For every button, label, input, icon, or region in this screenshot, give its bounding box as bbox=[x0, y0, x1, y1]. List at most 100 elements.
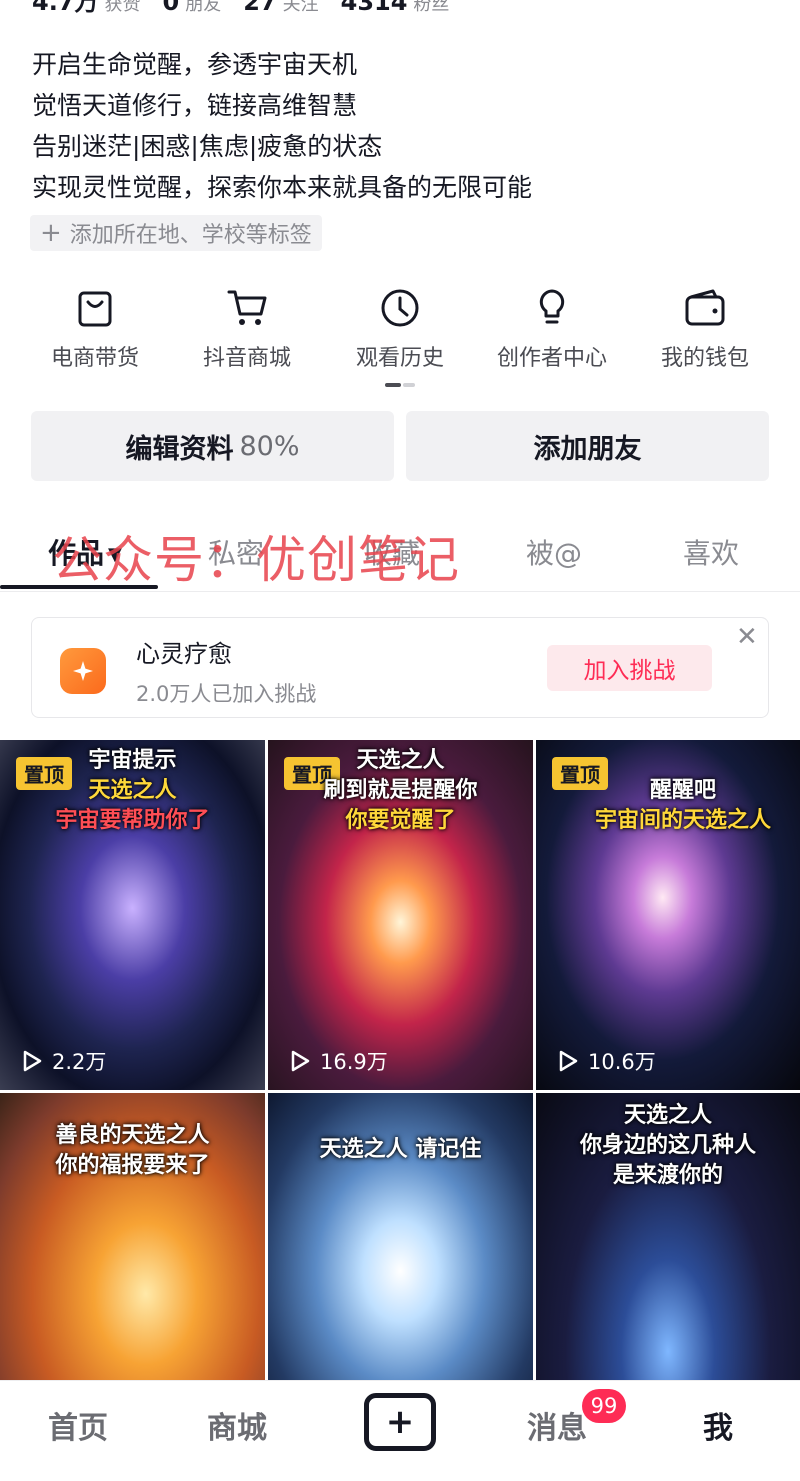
caption-line: 宇宙间的天选之人 bbox=[594, 808, 771, 833]
play-count: 16.9万 bbox=[288, 1046, 388, 1076]
play-count: 10.6万 bbox=[556, 1046, 656, 1076]
profile-tabs: 作品 ▼ 私密 收藏 被@ 喜欢 bbox=[0, 520, 800, 592]
clock-icon bbox=[381, 289, 419, 327]
stat-friends[interactable]: 0 朋友 bbox=[163, 0, 222, 16]
edit-profile-label: 编辑资料 bbox=[125, 433, 234, 465]
bio-line: 开启生命觉醒，参透宇宙天机 bbox=[32, 50, 358, 79]
challenge-subtitle: 2.0万人已加入挑战 bbox=[136, 682, 317, 706]
tab-likes[interactable]: 喜欢 bbox=[683, 532, 739, 572]
video-grid: 置顶 宇宙提示 天选之人 宇宙要帮助你了 2.2万 置顶 天选之人 刷到就是提醒… bbox=[0, 740, 800, 1380]
stat-label: 朋友 bbox=[185, 0, 222, 15]
challenge-title: 心灵疗愈 bbox=[136, 640, 232, 668]
wallet-icon bbox=[685, 289, 725, 326]
nav-me[interactable]: 我 bbox=[703, 1403, 733, 1447]
tab-favorites[interactable]: 收藏 bbox=[364, 532, 420, 572]
profile-completion: 80% bbox=[239, 430, 300, 462]
service-creator-center[interactable]: 创作者中心 bbox=[472, 286, 632, 372]
play-count: 2.2万 bbox=[20, 1046, 106, 1076]
video-caption: 天选之人 请记住 bbox=[268, 1135, 533, 1165]
tab-label: 收藏 bbox=[364, 537, 421, 570]
caption-line: 刷到就是提醒你 bbox=[323, 778, 478, 803]
tab-label: 被@ bbox=[526, 537, 583, 570]
tab-mentions[interactable]: 被@ bbox=[526, 532, 582, 572]
create-button[interactable]: + bbox=[364, 1393, 436, 1451]
video-tile[interactable]: 天选之人 请记住 bbox=[268, 1093, 533, 1380]
profile-bio: 开启生命觉醒，参透宇宙天机 觉悟天道修行，链接高维智慧 告别迷茫|困惑|焦虑|疲… bbox=[32, 44, 532, 208]
notification-badge: 99 bbox=[582, 1389, 626, 1423]
caption-line: 天选之人 请记住 bbox=[319, 1137, 482, 1162]
service-ecommerce[interactable]: 电商带货 bbox=[15, 286, 175, 372]
services-scroll-indicator bbox=[385, 383, 415, 387]
add-friend-label: 添加朋友 bbox=[533, 433, 642, 465]
caret-down-icon: ▼ bbox=[108, 544, 122, 565]
service-history[interactable]: 观看历史 bbox=[320, 286, 480, 372]
active-tab-indicator bbox=[0, 585, 158, 589]
video-tile[interactable]: 置顶 天选之人 刷到就是提醒你 你要觉醒了 16.9万 bbox=[268, 740, 533, 1090]
cart-icon bbox=[227, 290, 267, 325]
video-tile[interactable]: 天选之人 你身边的这几种人 是来渡你的 bbox=[536, 1093, 800, 1380]
video-caption: 宇宙提示 天选之人 宇宙要帮助你了 bbox=[0, 746, 265, 836]
add-tag-button[interactable]: + 添加所在地、学校等标签 bbox=[30, 215, 322, 251]
service-label: 创作者中心 bbox=[496, 346, 607, 371]
video-caption: 醒醒吧 宇宙间的天选之人 bbox=[536, 776, 800, 836]
bio-line: 觉悟天道修行，链接高维智慧 bbox=[32, 91, 358, 120]
stat-label: 获赞 bbox=[104, 0, 141, 15]
stat-value: 4.7万 bbox=[32, 0, 99, 16]
caption-line: 你的福报要来了 bbox=[55, 1153, 210, 1178]
stat-value: 0 bbox=[162, 0, 180, 16]
stat-label: 关注 bbox=[282, 0, 319, 15]
play-count-value: 16.9万 bbox=[320, 1050, 388, 1074]
stat-value: 4314 bbox=[340, 0, 408, 16]
stat-following[interactable]: 27 关注 bbox=[243, 0, 318, 16]
caption-line: 你身边的这几种人 bbox=[579, 1133, 756, 1158]
play-icon bbox=[23, 1050, 42, 1072]
close-icon[interactable]: ✕ bbox=[736, 624, 758, 650]
services-row: 电商带货 抖音商城 观看历史 创作者中心 我的钱包 bbox=[0, 286, 800, 386]
service-label: 我的钱包 bbox=[660, 346, 749, 371]
caption-line: 醒醒吧 bbox=[649, 778, 716, 803]
tab-label: 作品 bbox=[48, 537, 105, 570]
plus-icon: + bbox=[385, 1402, 415, 1442]
service-label: 电商带货 bbox=[50, 346, 139, 371]
tab-label: 喜欢 bbox=[683, 537, 740, 570]
join-challenge-button[interactable]: 加入挑战 bbox=[547, 645, 712, 691]
stat-followers[interactable]: 4314 粉丝 bbox=[341, 0, 450, 16]
bio-line: 实现灵性觉醒，探索你本来就具备的无限可能 bbox=[32, 173, 533, 202]
caption-line: 你要觉醒了 bbox=[345, 808, 456, 833]
service-label: 观看历史 bbox=[355, 346, 444, 371]
service-wallet[interactable]: 我的钱包 bbox=[625, 286, 785, 372]
nav-mall[interactable]: 商城 bbox=[207, 1403, 267, 1447]
shopping-bag-icon bbox=[78, 291, 112, 327]
tab-works[interactable]: 作品 ▼ bbox=[48, 532, 122, 572]
stat-label: 粉丝 bbox=[413, 0, 450, 15]
tab-label: 私密 bbox=[208, 537, 265, 570]
stat-likes[interactable]: 4.7万 获赞 bbox=[32, 0, 141, 17]
service-mall[interactable]: 抖音商城 bbox=[167, 286, 327, 372]
caption-line: 宇宙要帮助你了 bbox=[55, 808, 210, 833]
add-friend-button[interactable]: 添加朋友 bbox=[406, 411, 769, 481]
profile-stats: 4.7万 获赞 0 朋友 27 关注 4314 粉丝 bbox=[32, 0, 449, 16]
add-tag-label: 添加所在地、学校等标签 bbox=[69, 223, 312, 248]
bottom-nav: 首页 商城 + 消息 99 我 bbox=[0, 1380, 800, 1481]
video-tile[interactable]: 善良的天选之人 你的福报要来了 bbox=[0, 1093, 265, 1380]
edit-profile-button[interactable]: 编辑资料 80% bbox=[31, 411, 394, 481]
play-icon bbox=[559, 1050, 578, 1072]
plus-icon: + bbox=[40, 218, 62, 248]
caption-line: 天选之人 bbox=[623, 1103, 712, 1128]
challenge-card[interactable]: 心灵疗愈 2.0万人已加入挑战 加入挑战 ✕ bbox=[31, 617, 769, 718]
sparkle-icon bbox=[60, 648, 106, 694]
caption-line: 天选之人 bbox=[88, 778, 177, 803]
caption-line: 宇宙提示 bbox=[88, 748, 177, 773]
lightbulb-icon bbox=[539, 289, 565, 324]
nav-messages[interactable]: 消息 bbox=[527, 1403, 587, 1447]
bio-line: 告别迷茫|困惑|焦虑|疲惫的状态 bbox=[32, 132, 383, 161]
caption-line: 善良的天选之人 bbox=[55, 1123, 210, 1148]
tab-private[interactable]: 私密 bbox=[208, 532, 264, 572]
play-count-value: 2.2万 bbox=[52, 1050, 107, 1074]
video-caption: 善良的天选之人 你的福报要来了 bbox=[0, 1121, 265, 1181]
video-tile[interactable]: 置顶 醒醒吧 宇宙间的天选之人 10.6万 bbox=[536, 740, 800, 1090]
nav-home[interactable]: 首页 bbox=[48, 1403, 108, 1447]
video-tile[interactable]: 置顶 宇宙提示 天选之人 宇宙要帮助你了 2.2万 bbox=[0, 740, 265, 1090]
stat-value: 27 bbox=[243, 0, 277, 16]
play-icon bbox=[291, 1050, 310, 1072]
